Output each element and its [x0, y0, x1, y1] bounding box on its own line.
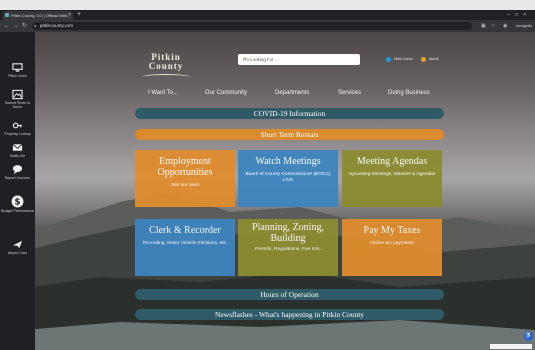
back-icon[interactable]: ← — [4, 20, 10, 32]
tab-title: Pitkin County, CO | Official Web... — [11, 13, 71, 18]
favicon-icon — [5, 13, 9, 17]
hours-of-operation-bar[interactable]: Hours of Operation — [135, 289, 444, 300]
tile-title: Clerk & Recorder — [149, 225, 221, 236]
sidebar-label: Property Lookup — [4, 132, 31, 136]
alerts-link[interactable]: Alerts — [421, 56, 439, 62]
key-icon — [12, 122, 23, 129]
tile-employment[interactable]: Employment Opportunities Join our team — [135, 150, 235, 207]
menu-departments[interactable]: Departments — [275, 90, 309, 96]
window-controls[interactable]: –□× — [507, 10, 531, 20]
tile-subtitle: Recording, Motor Vehicle Elections, etc. — [142, 241, 228, 246]
tile-subtitle: Board of County Commissioner (BOCC) LIVE — [245, 172, 331, 183]
search-input[interactable]: I'm Looking For ... ⌕ — [238, 54, 360, 65]
newsflashes-bar[interactable]: Newsflashes - What's happening in Pitkin… — [135, 309, 444, 320]
tile-title: Watch Meetings — [255, 156, 321, 167]
browser-tab[interactable]: Pitkin County, CO | Official Web... × — [3, 11, 73, 20]
sidebar-item-property-lookup[interactable]: Property Lookup — [0, 120, 35, 136]
dollar-icon: $ — [11, 195, 24, 208]
covid-info-bar[interactable]: COVID-19 Information — [135, 108, 444, 119]
lock-icon: ● — [34, 23, 37, 28]
tile-planning-zoning[interactable]: Planning, Zoning, Building Permits, Regu… — [238, 219, 338, 276]
tab-bar: Pitkin County, CO | Official Web... × + … — [0, 10, 535, 20]
sidebar: Pitkin Voice Submit Photo to Home Proper… — [0, 32, 35, 350]
new-tab-button[interactable]: + — [77, 10, 81, 20]
svg-text:$: $ — [14, 197, 20, 207]
logo-line2: County — [148, 61, 184, 71]
alert-icon — [421, 56, 426, 62]
menu-services[interactable]: Services — [338, 90, 361, 96]
sidebar-item-pitkin-voice[interactable]: Pitkin Voice — [0, 62, 35, 78]
browser-window: Pitkin County, CO | Official Web... × + … — [0, 10, 535, 350]
plane-icon — [12, 240, 23, 249]
sidebar-label: Submit Photo to Home — [4, 101, 31, 110]
close-tab-icon[interactable]: × — [68, 11, 71, 20]
tile-pay-taxes[interactable]: Pay My Taxes Online tax payments — [342, 219, 442, 276]
tile-subtitle: Upcoming Meetings, Minutes & Agendas — [348, 172, 436, 177]
extension-icon[interactable]: ▣ — [481, 20, 486, 32]
alerts-label: Alerts — [429, 57, 439, 61]
menu-doing-business[interactable]: Doing Business — [388, 90, 430, 96]
sidebar-label: Notify Me — [9, 154, 26, 158]
photo-icon — [12, 89, 23, 100]
address-bar-row: ← → ↻ ● pitkincounty.com ▣ ☆ ◉ Incognito — [0, 20, 535, 32]
cookie-notice[interactable] — [490, 344, 532, 349]
forward-icon[interactable]: → — [13, 20, 19, 32]
county-logo[interactable]: Pitkin County — [140, 52, 192, 82]
tile-meeting-agendas[interactable]: Meeting Agendas Upcoming Meetings, Minut… — [342, 150, 442, 207]
url-field[interactable]: ● pitkincounty.com — [32, 22, 472, 30]
url-text: pitkincounty.com — [40, 23, 74, 28]
reload-icon[interactable]: ↻ — [22, 20, 27, 32]
profile-icon[interactable]: ◉ — [503, 20, 507, 32]
web-cams-label: Web Cams — [394, 57, 413, 61]
web-page: Pitkin Voice Submit Photo to Home Proper… — [0, 32, 535, 350]
sidebar-item-report-concern[interactable]: Report Concern — [0, 164, 35, 180]
short-term-rentals-bar[interactable]: Short Term Rentals — [135, 129, 444, 140]
tile-clerk-recorder[interactable]: Clerk & Recorder Recording, Motor Vehicl… — [135, 219, 235, 276]
sidebar-item-budget-performance[interactable]: $ Budget Performance — [0, 195, 35, 213]
tile-title: Employment Opportunities — [157, 156, 213, 178]
computer-icon — [12, 63, 23, 72]
incognito-label: Incognito — [515, 23, 532, 28]
bookmark-icon[interactable]: ☆ — [491, 20, 495, 32]
sidebar-label: Budget Performance — [1, 209, 34, 213]
tile-subtitle: Join our team — [170, 183, 200, 188]
sidebar-item-notify-me[interactable]: Notify Me — [0, 142, 35, 158]
menu-i-want-to[interactable]: I Want To... — [148, 90, 178, 96]
sidebar-label: Report Concern — [4, 176, 31, 180]
envelope-icon — [12, 143, 23, 151]
tile-subtitle: Permits, Regulations, Fee Info. — [255, 247, 321, 252]
logo-swoosh — [142, 74, 190, 80]
sidebar-label: Airport Cam — [7, 251, 28, 255]
tile-title: Meeting Agendas — [356, 156, 428, 167]
chat-icon — [12, 165, 23, 175]
sidebar-item-submit-photo[interactable]: Submit Photo to Home — [0, 89, 35, 109]
tile-watch-meetings[interactable]: Watch Meetings Board of County Commissio… — [238, 150, 338, 207]
sidebar-item-airport-cam[interactable]: Airport Cam — [0, 239, 35, 255]
web-cams-link[interactable]: Web Cams — [386, 56, 413, 62]
tile-title: Planning, Zoning, Building — [252, 222, 324, 244]
camera-icon — [386, 56, 391, 62]
menu-our-community[interactable]: Our Community — [205, 90, 247, 96]
tile-title: Pay My Taxes — [363, 225, 421, 236]
tile-subtitle: Online tax payments — [370, 241, 414, 246]
sidebar-label: Pitkin Voice — [8, 74, 27, 78]
search-icon[interactable]: ⌕ — [243, 54, 249, 65]
